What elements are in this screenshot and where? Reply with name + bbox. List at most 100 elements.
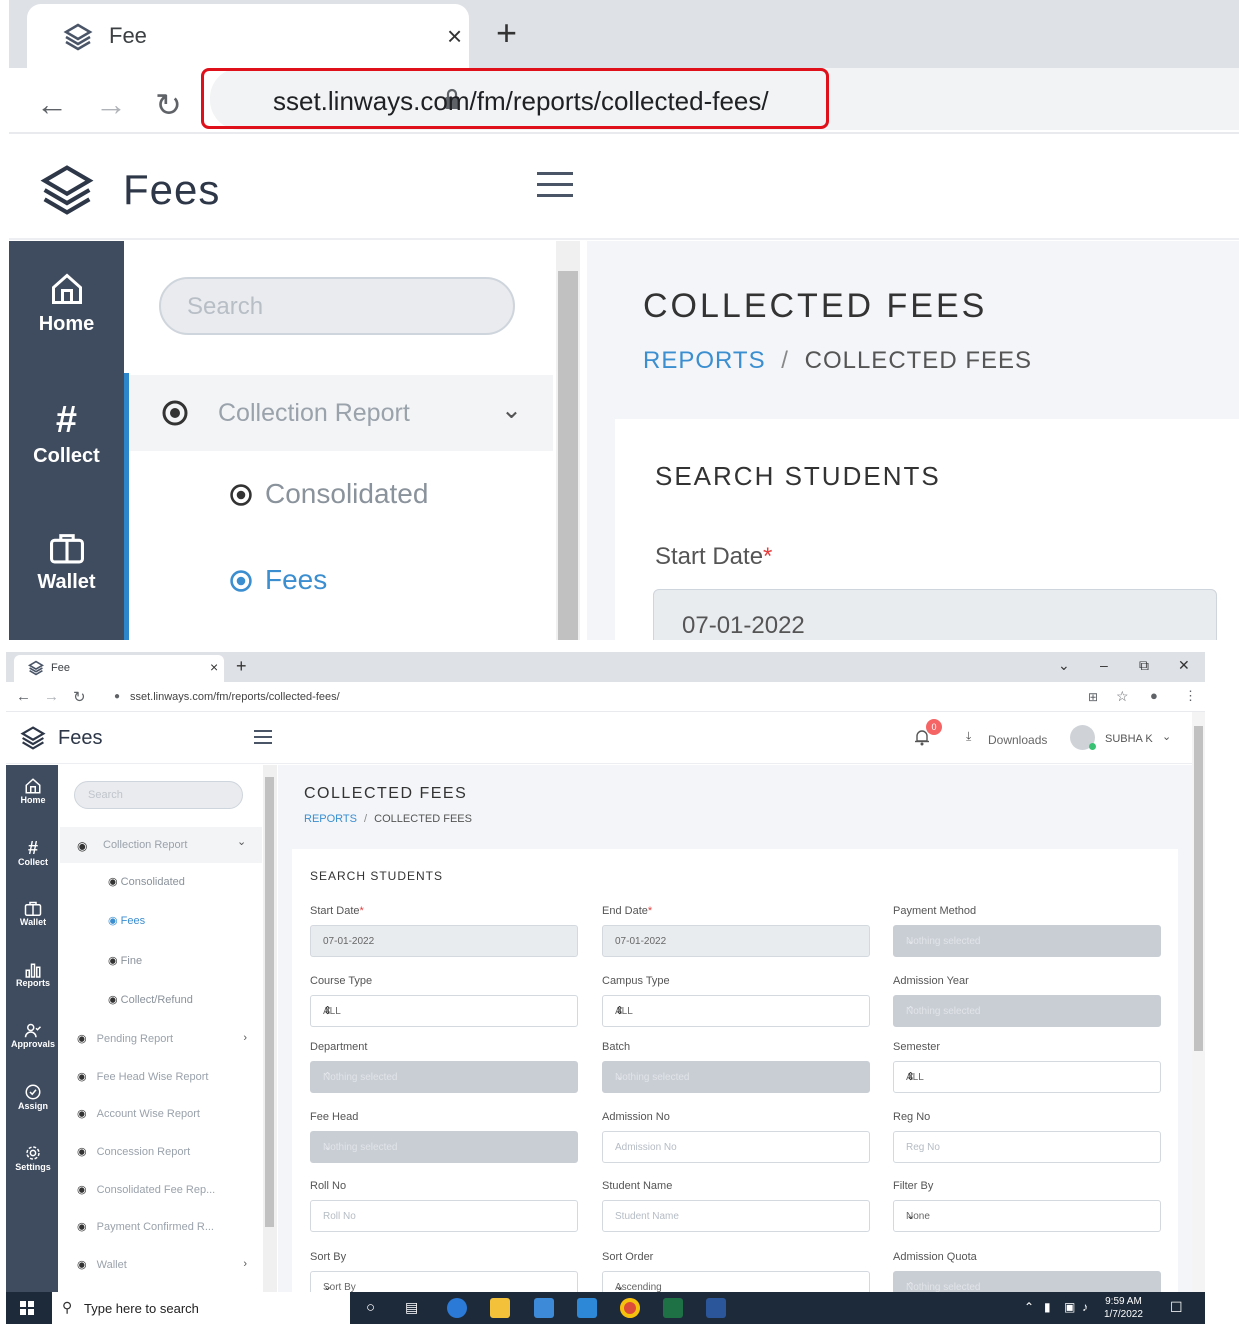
menu-item-account-wise-report[interactable]: ◉ Account Wise Report <box>77 1107 200 1120</box>
profile-icon[interactable]: ● <box>1150 688 1158 703</box>
chevron-right-icon: › <box>243 1258 247 1270</box>
menu-scrollbar[interactable] <box>263 765 277 1292</box>
sidebar: Home # Collect Wallet Reports Approvals … <box>6 765 63 1292</box>
batch-select[interactable]: Nothing selected ⌄ <box>602 1061 870 1093</box>
menu-item-consolidated[interactable]: ◉ Consolidated <box>108 875 185 888</box>
close-window-icon[interactable]: ✕ <box>1178 657 1190 674</box>
course-type-select[interactable]: ALL ⇕ <box>310 995 578 1027</box>
menu-search-input[interactable]: Search <box>159 277 515 335</box>
new-tab-button[interactable]: + <box>496 12 517 54</box>
fee-head-select[interactable]: Nothing selected ⌄ <box>310 1131 578 1163</box>
file-explorer-icon[interactable] <box>490 1298 510 1318</box>
start-date-field: Start Date* 07-01-2022 <box>310 905 578 957</box>
url-text[interactable]: sset.linways.com/fm/reports/collected-fe… <box>130 691 340 703</box>
task-view-icon[interactable]: ▤ <box>405 1299 418 1316</box>
sidebar-item-wallet[interactable]: Wallet <box>9 531 124 594</box>
menu-item-collect-refund[interactable]: ◉ Collect/Refund <box>108 993 193 1006</box>
store-icon[interactable] <box>534 1298 554 1318</box>
excel-icon[interactable] <box>663 1298 683 1318</box>
sidebar-item-collect[interactable]: # Collect <box>9 401 124 468</box>
reg-no-input[interactable]: Reg No <box>893 1131 1161 1163</box>
menu-item-wallet[interactable]: ◉ Wallet › <box>77 1258 247 1271</box>
check-circle-icon <box>25 1084 41 1100</box>
hamburger-menu-icon[interactable] <box>254 730 272 744</box>
menu-item-pending-report[interactable]: ◉ Pending Report › <box>77 1032 247 1045</box>
department-select[interactable]: Nothing selected ⌃ <box>310 1061 578 1093</box>
student-name-input[interactable]: Student Name <box>602 1200 870 1232</box>
menu-search-input[interactable]: Search <box>74 781 243 809</box>
breadcrumb-reports-link[interactable]: REPORTS <box>304 813 357 825</box>
menu-item-fees[interactable]: Fees <box>129 561 553 601</box>
search-placeholder: Search <box>88 789 123 801</box>
semester-field: Semester ALL ⇕ <box>893 1041 1161 1093</box>
close-tab-icon[interactable]: × <box>447 21 462 52</box>
page-scrollbar[interactable] <box>1192 712 1205 1292</box>
forward-arrow-icon[interactable]: → <box>95 86 127 123</box>
chevron-down-icon[interactable]: ⌄ <box>1162 730 1171 743</box>
share-icon[interactable]: ⊞ <box>1088 690 1098 704</box>
cortana-icon[interactable]: ○ <box>366 1299 375 1316</box>
menu-item-consolidated[interactable]: Consolidated <box>129 475 553 515</box>
menu-item-consolidated-fee-report[interactable]: ◉ Consolidated Fee Rep... <box>77 1183 215 1196</box>
payment-method-select[interactable]: Nothing selected ⌄ <box>893 925 1161 957</box>
start-date-input[interactable]: 07-01-2022 <box>310 925 578 957</box>
notification-center-icon[interactable]: ☐ <box>1170 1299 1183 1316</box>
tray-volume-icon[interactable]: ♪ <box>1082 1300 1088 1314</box>
menu-item-fee-head-wise-report[interactable]: ◉ Fee Head Wise Report <box>77 1070 209 1083</box>
browser-tab[interactable]: Fee × <box>27 4 469 68</box>
tray-chevron-up-icon[interactable]: ⌃ <box>1024 1300 1034 1314</box>
tab-search-chevron-icon[interactable]: ⌄ <box>1058 657 1070 674</box>
tray-network-icon[interactable]: ▮ <box>1044 1300 1051 1314</box>
roll-no-input[interactable]: Roll No <box>310 1200 578 1232</box>
windows-start-icon[interactable] <box>20 1301 34 1315</box>
menu-item-collection-report[interactable]: ◉ Collection Report ⌄ <box>60 827 262 863</box>
menu-item-payment-confirmed-report[interactable]: ◉ Payment Confirmed R... <box>77 1220 214 1233</box>
sidebar-item-reports[interactable]: Reports <box>6 961 60 988</box>
downloads-link[interactable]: Downloads <box>988 733 1047 747</box>
taskbar-clock[interactable]: 9:59 AM 1/7/2022 <box>1104 1295 1143 1321</box>
bookmark-star-icon[interactable]: ☆ <box>1116 688 1129 705</box>
sidebar-item-wallet[interactable]: Wallet <box>6 900 60 927</box>
tray-display-icon[interactable]: ▣ <box>1064 1300 1075 1314</box>
new-tab-button[interactable]: + <box>236 656 247 677</box>
restore-icon[interactable]: ⧉ <box>1139 657 1149 674</box>
mail-icon[interactable] <box>577 1298 597 1318</box>
sidebar-item-assign[interactable]: Assign <box>6 1083 60 1111</box>
sidebar-item-home[interactable]: Home <box>6 777 60 805</box>
back-arrow-icon[interactable]: ← <box>16 688 31 705</box>
edge-browser-icon[interactable] <box>447 1298 467 1318</box>
close-tab-icon[interactable]: × <box>210 659 218 675</box>
end-date-input[interactable]: 07-01-2022 <box>602 925 870 957</box>
taskbar-search-input[interactable]: ⚲ Type here to search <box>52 1292 350 1324</box>
menu-item-fees[interactable]: ◉ Fees <box>108 914 145 927</box>
campus-type-select[interactable]: ALL ⇕ <box>602 995 870 1027</box>
semester-select[interactable]: ALL ⇕ <box>893 1061 1161 1093</box>
menu-scrollbar[interactable] <box>556 241 580 640</box>
reload-icon[interactable]: ↻ <box>73 688 86 706</box>
hamburger-menu-icon[interactable] <box>537 170 573 200</box>
breadcrumb-current: COLLECTED FEES <box>804 347 1032 374</box>
sidebar-item-approvals[interactable]: Approvals <box>6 1022 60 1049</box>
sidebar-item-home[interactable]: Home <box>9 271 124 336</box>
sidebar-item-collect[interactable]: # Collect <box>6 839 60 867</box>
start-date-input[interactable]: 07-01-2022 <box>653 589 1217 640</box>
breadcrumb-reports-link[interactable]: REPORTS <box>643 347 766 374</box>
menu-item-collection-report[interactable]: Collection Report ⌄ <box>129 375 553 451</box>
user-name[interactable]: SUBHA K <box>1105 733 1153 745</box>
reload-icon[interactable]: ↻ <box>155 86 182 124</box>
forward-arrow-icon[interactable]: → <box>44 688 59 705</box>
admission-year-select[interactable]: Nothing selected ⌃ <box>893 995 1161 1027</box>
minimize-icon[interactable]: – <box>1100 657 1108 673</box>
sidebar-item-settings[interactable]: Settings <box>6 1144 60 1172</box>
more-menu-icon[interactable]: ⋮ <box>1184 688 1197 704</box>
admission-no-input[interactable]: Admission No <box>602 1131 870 1163</box>
filter-by-select[interactable]: None ⌄ <box>893 1200 1161 1232</box>
menu-item-concession-report[interactable]: ◉ Concession Report <box>77 1145 190 1158</box>
back-arrow-icon[interactable]: ← <box>36 86 68 123</box>
word-icon[interactable] <box>706 1298 726 1318</box>
chevron-down-icon: ⌄ <box>323 1141 333 1153</box>
chrome-browser-icon[interactable] <box>620 1298 640 1318</box>
browser-tab[interactable]: Fee × <box>14 655 224 682</box>
menu-item-fine[interactable]: ◉ Fine <box>108 954 142 967</box>
tab-strip: Fee × + ⌄ – ⧉ ✕ <box>6 652 1205 682</box>
